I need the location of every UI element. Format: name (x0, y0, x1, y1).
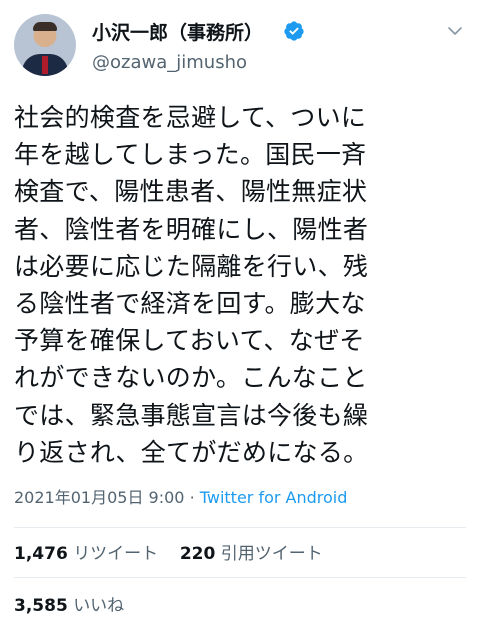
verified-badge-icon (284, 21, 304, 41)
tweet-source-link[interactable]: Twitter for Android (200, 488, 348, 507)
chevron-down-icon[interactable] (446, 22, 464, 40)
likes-stat[interactable]: 3,585 いいね (14, 596, 124, 616)
quotes-stat[interactable]: 220 引用ツイート (180, 544, 323, 564)
quotes-count: 220 (179, 544, 216, 564)
avatar-tie (42, 56, 48, 74)
quotes-label: 引用ツイート (220, 544, 323, 564)
meta-separator: · (189, 488, 195, 507)
likes-count: 3,585 (14, 596, 68, 616)
tweet-text: 社会的検査を忌避して、ついに 年を越してしまった。国民一斉 検査で、陽性患者、陽… (14, 103, 369, 467)
author-name[interactable]: 小沢一郎（事務所） (92, 18, 263, 45)
avatar[interactable] (14, 14, 76, 76)
divider (14, 527, 466, 528)
avatar-hair (33, 22, 57, 31)
retweets-label: リツイート (73, 544, 159, 564)
divider (14, 577, 466, 578)
author-handle[interactable]: @ozawa_jimusho (92, 52, 247, 73)
retweets-stat[interactable]: 1,476 リツイート (14, 544, 158, 564)
tweet-meta: 2021年01月05日 9:00 · Twitter for Android (14, 484, 347, 508)
likes-stats-row: 3,585 いいね (14, 591, 124, 616)
likes-label: いいね (73, 596, 125, 616)
retweet-stats-row: 1,476 リツイート 220 引用ツイート (14, 539, 323, 564)
tweet-timestamp[interactable]: 2021年01月05日 9:00 (14, 488, 184, 507)
retweets-count: 1,476 (14, 544, 68, 564)
tweet-header: 小沢一郎（事務所） @ozawa_jimusho (0, 0, 480, 90)
